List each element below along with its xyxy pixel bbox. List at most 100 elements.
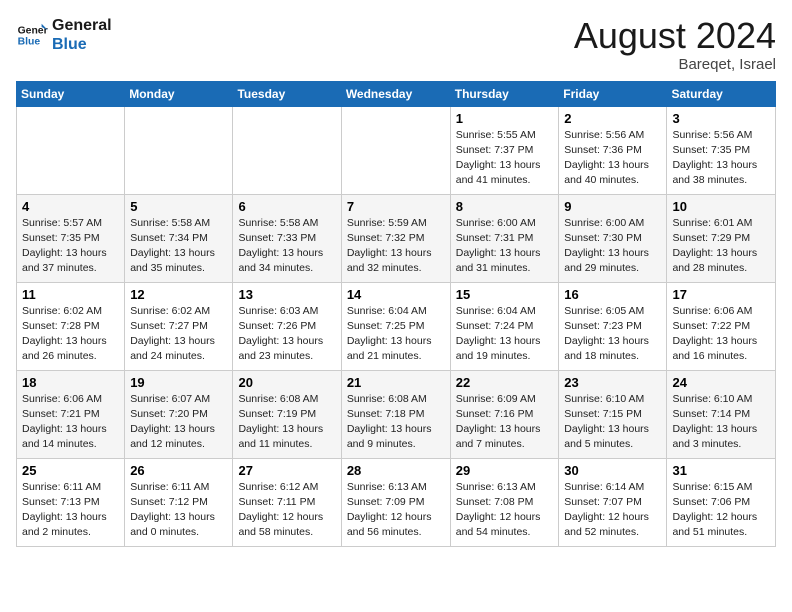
day-info: Sunrise: 6:00 AMSunset: 7:31 PMDaylight:…: [456, 216, 554, 277]
day-number: 28: [347, 463, 445, 478]
day-number: 31: [672, 463, 770, 478]
day-number: 6: [238, 199, 335, 214]
day-number: 29: [456, 463, 554, 478]
day-info: Sunrise: 6:10 AMSunset: 7:14 PMDaylight:…: [672, 392, 770, 453]
calendar-table: SundayMondayTuesdayWednesdayThursdayFrid…: [16, 81, 776, 547]
day-cell-19: 19Sunrise: 6:07 AMSunset: 7:20 PMDayligh…: [125, 370, 233, 458]
day-info: Sunrise: 5:58 AMSunset: 7:34 PMDaylight:…: [130, 216, 227, 277]
day-number: 18: [22, 375, 119, 390]
day-number: 1: [456, 111, 554, 126]
day-cell-14: 14 Sunrise: 6:04 AMSunset: 7:25 PMDayligh…: [341, 282, 450, 370]
day-info: Sunrise: 6:08 AMSunset: 7:19 PMDaylight:…: [238, 392, 335, 453]
logo-general: General: [52, 16, 112, 35]
day-cell-17: 17 Sunrise: 6:06 AMSunset: 7:22 PMDayligh…: [667, 282, 776, 370]
day-number: 27: [238, 463, 335, 478]
day-number: 24: [672, 375, 770, 390]
day-cell-5: 5 Sunrise: 5:58 AMSunset: 7:34 PMDaylight…: [125, 194, 233, 282]
week-row-3: 11Sunrise: 6:02 AMSunset: 7:28 PMDayligh…: [17, 282, 776, 370]
location-subtitle: Bareqet, Israel: [574, 56, 776, 73]
day-cell-1: 1Sunrise: 5:55 AMSunset: 7:37 PMDaylight…: [450, 106, 559, 194]
day-cell-31: 31 Sunrise: 6:15 AMSunset: 7:06 PMDayligh…: [667, 458, 776, 546]
logo-blue: Blue: [52, 35, 112, 54]
day-number: 7: [347, 199, 445, 214]
day-cell-26: 26 Sunrise: 6:11 AMSunset: 7:12 PMDayligh…: [125, 458, 233, 546]
day-info: Sunrise: 6:02 AMSunset: 7:27 PMDaylight:…: [130, 304, 227, 365]
week-row-4: 18Sunrise: 6:06 AMSunset: 7:21 PMDayligh…: [17, 370, 776, 458]
header-day-thursday: Thursday: [450, 81, 559, 106]
day-number: 2: [564, 111, 661, 126]
day-info: Sunrise: 6:13 AMSunset: 7:09 PMDaylight:…: [347, 480, 445, 541]
day-info: Sunrise: 6:00 AMSunset: 7:30 PMDaylight:…: [564, 216, 661, 277]
day-number: 5: [130, 199, 227, 214]
day-number: 30: [564, 463, 661, 478]
day-info: Sunrise: 6:09 AMSunset: 7:16 PMDaylight:…: [456, 392, 554, 453]
day-cell-30: 30 Sunrise: 6:14 AMSunset: 7:07 PMDayligh…: [559, 458, 667, 546]
day-cell-12: 12Sunrise: 6:02 AMSunset: 7:27 PMDayligh…: [125, 282, 233, 370]
day-cell-28: 28 Sunrise: 6:13 AMSunset: 7:09 PMDayligh…: [341, 458, 450, 546]
day-number: 10: [672, 199, 770, 214]
day-number: 23: [564, 375, 661, 390]
day-number: 9: [564, 199, 661, 214]
day-cell-3: 3 Sunrise: 5:56 AMSunset: 7:35 PMDaylight…: [667, 106, 776, 194]
day-number: 4: [22, 199, 119, 214]
empty-cell: [341, 106, 450, 194]
day-info: Sunrise: 5:59 AMSunset: 7:32 PMDaylight:…: [347, 216, 445, 277]
header-day-tuesday: Tuesday: [233, 81, 341, 106]
header-day-saturday: Saturday: [667, 81, 776, 106]
day-cell-9: 9 Sunrise: 6:00 AMSunset: 7:30 PMDaylight…: [559, 194, 667, 282]
day-cell-10: 10Sunrise: 6:01 AMSunset: 7:29 PMDayligh…: [667, 194, 776, 282]
day-number: 3: [672, 111, 770, 126]
day-number: 16: [564, 287, 661, 302]
day-info: Sunrise: 6:11 AMSunset: 7:12 PMDaylight:…: [130, 480, 227, 541]
logo: General Blue General Blue: [16, 16, 112, 54]
day-info: Sunrise: 5:58 AMSunset: 7:33 PMDaylight:…: [238, 216, 335, 277]
day-info: Sunrise: 6:06 AMSunset: 7:22 PMDaylight:…: [672, 304, 770, 365]
day-cell-8: 8 Sunrise: 6:00 AMSunset: 7:31 PMDaylight…: [450, 194, 559, 282]
day-info: Sunrise: 6:04 AMSunset: 7:24 PMDaylight:…: [456, 304, 554, 365]
header-day-monday: Monday: [125, 81, 233, 106]
calendar-header: SundayMondayTuesdayWednesdayThursdayFrid…: [17, 81, 776, 106]
day-cell-15: 15 Sunrise: 6:04 AMSunset: 7:24 PMDayligh…: [450, 282, 559, 370]
day-number: 14: [347, 287, 445, 302]
day-number: 8: [456, 199, 554, 214]
day-info: Sunrise: 6:14 AMSunset: 7:07 PMDaylight:…: [564, 480, 661, 541]
day-cell-24: 24 Sunrise: 6:10 AMSunset: 7:14 PMDayligh…: [667, 370, 776, 458]
day-number: 13: [238, 287, 335, 302]
day-number: 11: [22, 287, 119, 302]
day-cell-27: 27Sunrise: 6:12 AMSunset: 7:11 PMDayligh…: [233, 458, 341, 546]
day-number: 22: [456, 375, 554, 390]
svg-text:Blue: Blue: [18, 37, 41, 48]
header-row: SundayMondayTuesdayWednesdayThursdayFrid…: [17, 81, 776, 106]
day-info: Sunrise: 6:11 AMSunset: 7:13 PMDaylight:…: [22, 480, 119, 541]
day-number: 25: [22, 463, 119, 478]
header-day-wednesday: Wednesday: [341, 81, 450, 106]
day-cell-21: 21 Sunrise: 6:08 AMSunset: 7:18 PMDayligh…: [341, 370, 450, 458]
day-number: 17: [672, 287, 770, 302]
day-cell-4: 4Sunrise: 5:57 AMSunset: 7:35 PMDaylight…: [17, 194, 125, 282]
logo-icon: General Blue: [16, 19, 48, 51]
day-cell-29: 29Sunrise: 6:13 AMSunset: 7:08 PMDayligh…: [450, 458, 559, 546]
empty-cell: [233, 106, 341, 194]
day-info: Sunrise: 6:08 AMSunset: 7:18 PMDaylight:…: [347, 392, 445, 453]
day-number: 21: [347, 375, 445, 390]
calendar-body: 1Sunrise: 5:55 AMSunset: 7:37 PMDaylight…: [17, 106, 776, 546]
day-info: Sunrise: 6:10 AMSunset: 7:15 PMDaylight:…: [564, 392, 661, 453]
day-cell-2: 2Sunrise: 5:56 AMSunset: 7:36 PMDaylight…: [559, 106, 667, 194]
day-cell-20: 20Sunrise: 6:08 AMSunset: 7:19 PMDayligh…: [233, 370, 341, 458]
day-info: Sunrise: 6:03 AMSunset: 7:26 PMDaylight:…: [238, 304, 335, 365]
day-number: 19: [130, 375, 227, 390]
day-info: Sunrise: 5:56 AMSunset: 7:35 PMDaylight:…: [672, 128, 770, 189]
day-number: 26: [130, 463, 227, 478]
title-block: August 2024 Bareqet, Israel: [574, 16, 776, 73]
header-day-friday: Friday: [559, 81, 667, 106]
day-info: Sunrise: 6:15 AMSunset: 7:06 PMDaylight:…: [672, 480, 770, 541]
day-cell-18: 18Sunrise: 6:06 AMSunset: 7:21 PMDayligh…: [17, 370, 125, 458]
day-info: Sunrise: 6:04 AMSunset: 7:25 PMDaylight:…: [347, 304, 445, 365]
day-cell-23: 23 Sunrise: 6:10 AMSunset: 7:15 PMDayligh…: [559, 370, 667, 458]
empty-cell: [125, 106, 233, 194]
day-cell-16: 16Sunrise: 6:05 AMSunset: 7:23 PMDayligh…: [559, 282, 667, 370]
day-number: 15: [456, 287, 554, 302]
header-day-sunday: Sunday: [17, 81, 125, 106]
day-cell-7: 7 Sunrise: 5:59 AMSunset: 7:32 PMDaylight…: [341, 194, 450, 282]
day-cell-11: 11Sunrise: 6:02 AMSunset: 7:28 PMDayligh…: [17, 282, 125, 370]
